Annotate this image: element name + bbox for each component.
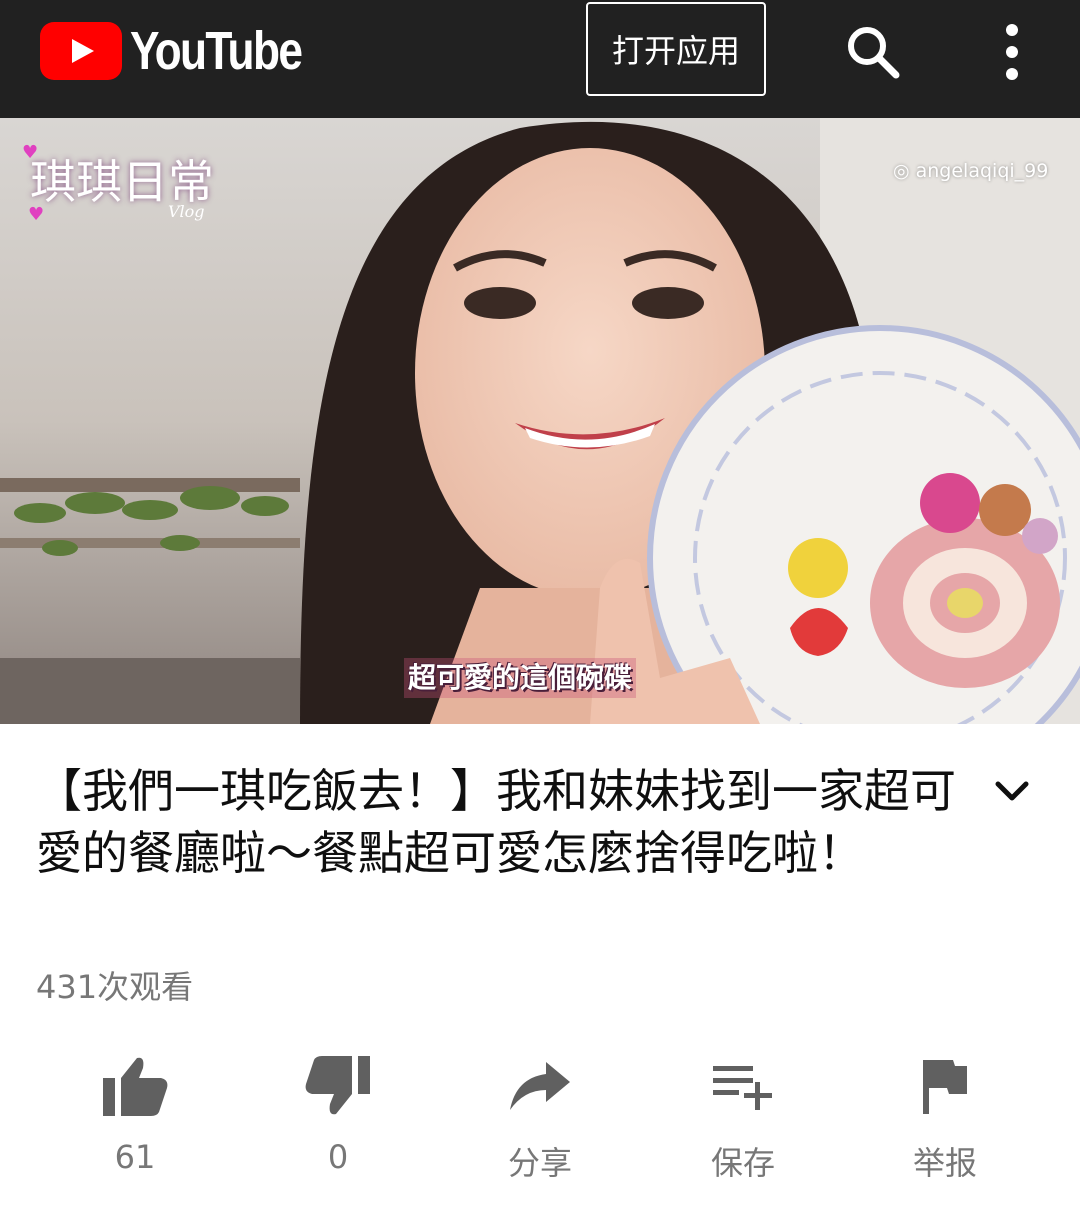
share-button[interactable]: 分享 <box>465 1050 615 1190</box>
report-label: 举报 <box>912 1144 977 1182</box>
like-count: 61 <box>114 1138 156 1176</box>
more-vert-icon[interactable] <box>990 22 1034 82</box>
open-app-button[interactable]: 打开应用 <box>586 2 766 96</box>
instagram-handle: ◎ angelaqiqi_99 <box>893 160 1049 182</box>
view-count: 431次观看 <box>36 968 194 1006</box>
youtube-play-icon <box>40 22 122 80</box>
share-label: 分享 <box>507 1144 572 1182</box>
playlist-add-icon <box>707 1050 779 1122</box>
video-player[interactable]: ♥ ♥ 琪琪日常 Vlog ◎ angelaqiqi_99 超可愛的這個碗碟 <box>0 118 1080 724</box>
thumb-down-icon <box>302 1050 374 1122</box>
top-app-bar: YouTube 打开应用 <box>0 0 1080 118</box>
like-button[interactable]: 61 <box>60 1050 210 1190</box>
chevron-down-icon[interactable] <box>990 770 1034 814</box>
save-label: 保存 <box>710 1144 775 1182</box>
action-bar: 61 0 分享 保存 举报 <box>0 1050 1080 1190</box>
report-button[interactable]: 举报 <box>870 1050 1020 1190</box>
channel-watermark-sub: Vlog <box>168 202 205 221</box>
video-title: 【我們一琪吃飯去！】我和妹妹找到一家超可愛的餐廳啦～餐點超可愛怎麼捨得吃啦！ <box>36 764 956 880</box>
flag-icon <box>909 1050 981 1122</box>
save-button[interactable]: 保存 <box>668 1050 818 1190</box>
dislike-count: 0 <box>327 1138 349 1176</box>
logo-text: YouTube <box>130 21 303 81</box>
dislike-button[interactable]: 0 <box>263 1050 413 1190</box>
thumb-up-icon <box>99 1050 171 1122</box>
video-caption: 超可愛的這個碗碟 <box>404 658 637 698</box>
youtube-logo[interactable]: YouTube <box>40 21 339 81</box>
share-icon <box>504 1050 576 1122</box>
search-icon[interactable] <box>842 22 902 82</box>
